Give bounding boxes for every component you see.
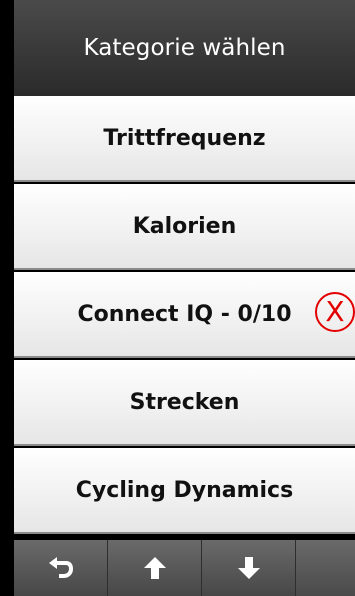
device-screen: Kategorie wählen Trittfrequenz Kalorien … bbox=[14, 0, 355, 596]
category-item-kalorien[interactable]: Kalorien bbox=[14, 184, 355, 270]
category-item-cycling-dynamics[interactable]: Cycling Dynamics bbox=[14, 448, 355, 534]
scroll-up-button[interactable] bbox=[108, 540, 202, 596]
arrow-down-icon bbox=[237, 557, 260, 579]
back-icon bbox=[48, 557, 73, 578]
category-item-label: Trittfrequenz bbox=[103, 125, 266, 151]
category-item-label: Kalorien bbox=[132, 213, 237, 239]
bottom-toolbar bbox=[14, 540, 355, 596]
category-item-connect-iq[interactable]: Connect IQ - 0/10 X bbox=[14, 272, 355, 358]
category-item-label: Strecken bbox=[129, 389, 240, 415]
back-button[interactable] bbox=[14, 540, 108, 596]
page-title: Kategorie wählen bbox=[83, 35, 286, 61]
category-item-strecken[interactable]: Strecken bbox=[14, 360, 355, 446]
category-item-trittfrequenz[interactable]: Trittfrequenz bbox=[14, 96, 355, 182]
category-item-label: Connect IQ - 0/10 bbox=[77, 301, 292, 327]
title-bar: Kategorie wählen bbox=[14, 0, 355, 96]
arrow-up-icon bbox=[143, 557, 166, 579]
scroll-down-button[interactable] bbox=[202, 540, 296, 596]
category-list: Trittfrequenz Kalorien Connect IQ - 0/10… bbox=[14, 96, 355, 536]
x-marker-annotation: X bbox=[315, 292, 355, 332]
category-item-label: Cycling Dynamics bbox=[75, 477, 294, 503]
